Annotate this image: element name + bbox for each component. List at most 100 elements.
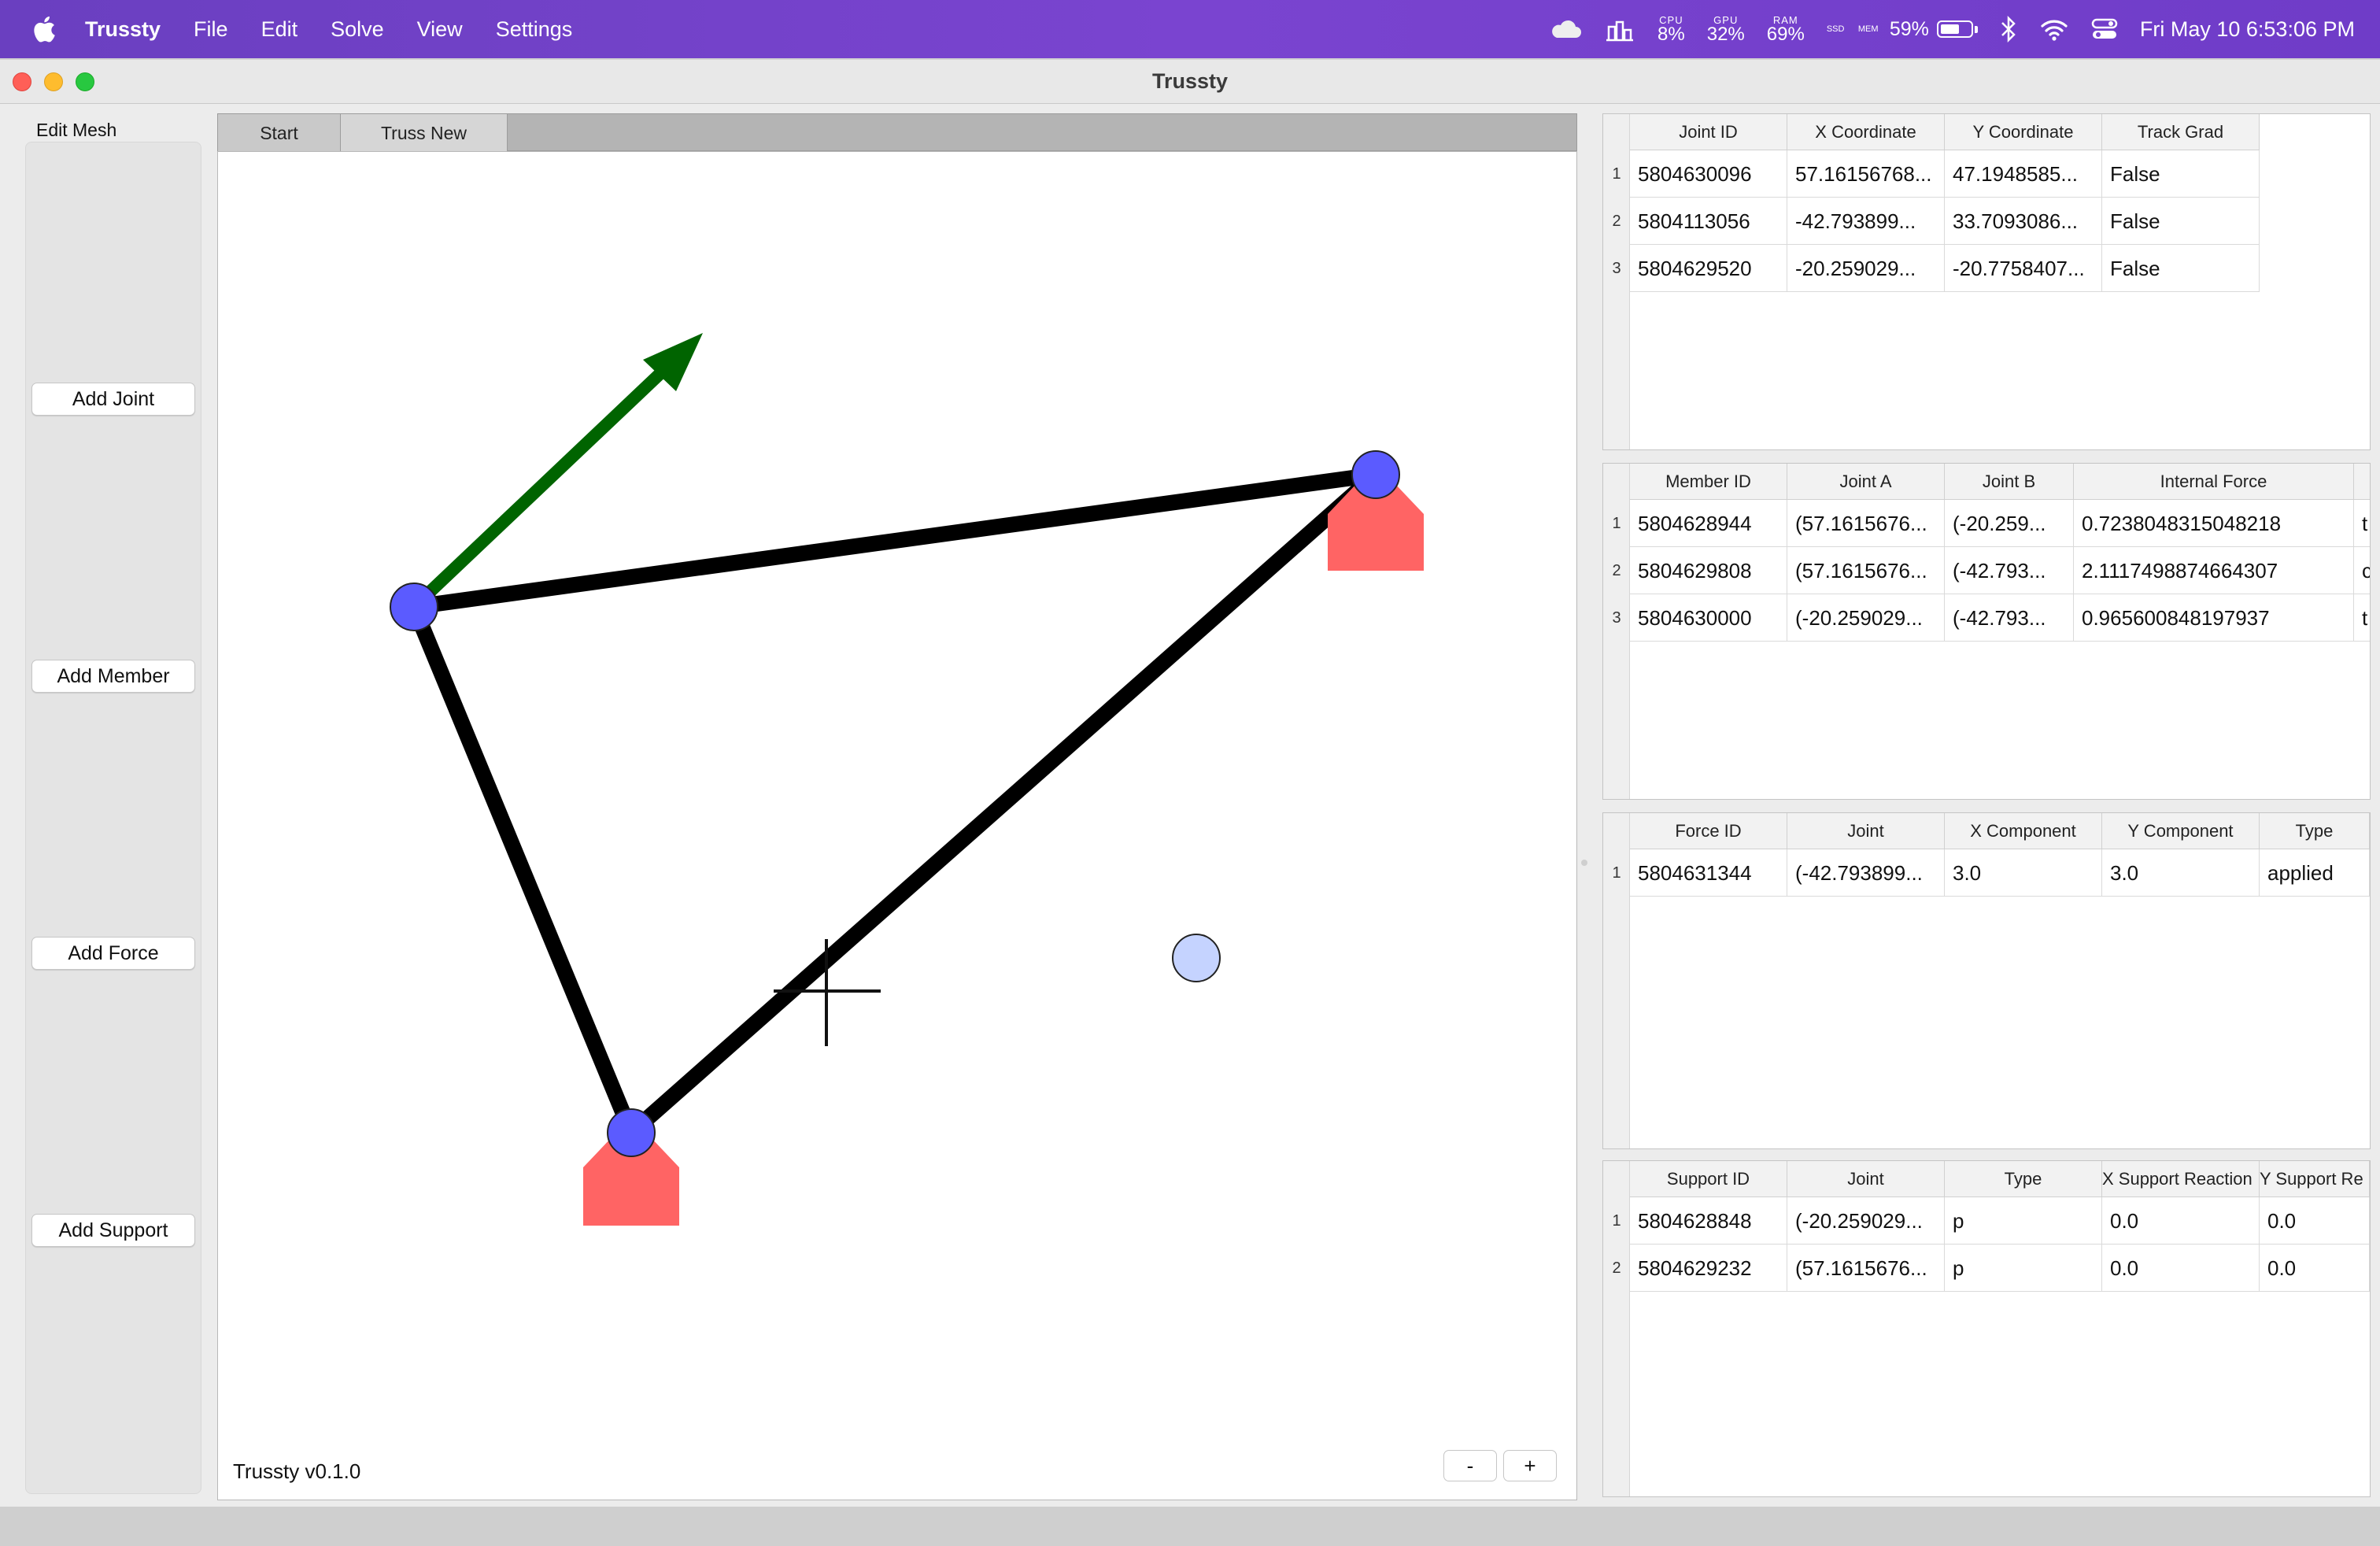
table-cell[interactable]: False [2102,150,2260,198]
table-cell[interactable]: 33.7093086... [1945,198,2102,245]
column-header[interactable]: Y Component [2102,813,2260,849]
table-row[interactable]: 5804629808 (57.1615676... (-42.793... 2.… [1630,547,2370,594]
table-cell[interactable]: (-42.793899... [1787,849,1945,897]
table-cell[interactable]: 5804631344 [1630,849,1787,897]
ram-stat[interactable]: RAM 69% [1767,15,1805,44]
table-cell[interactable]: 5804629232 [1630,1245,1787,1292]
add-member-button[interactable]: Add Member [31,660,195,693]
add-support-button[interactable]: Add Support [31,1214,195,1247]
table-cell[interactable]: p [1945,1197,2102,1245]
table-cell[interactable]: t [2354,594,2370,642]
window-zoom-button[interactable] [76,72,94,91]
table-cell[interactable]: -20.259029... [1787,245,1945,292]
table-cell[interactable]: 0.0 [2260,1245,2370,1292]
menu-edit[interactable]: Edit [261,17,298,42]
mem-label[interactable]: MEM [1858,24,1879,34]
table-cell[interactable]: p [1945,1245,2102,1292]
table-cell[interactable]: 47.1948585... [1945,150,2102,198]
table-cell[interactable]: 5804630000 [1630,594,1787,642]
window-minimize-button[interactable] [44,72,63,91]
truss-canvas[interactable] [217,151,1577,1500]
column-header[interactable]: X Coordinate [1787,114,1945,150]
table-row[interactable]: 5804629520 -20.259029... -20.7758407... … [1630,245,2260,292]
table-cell[interactable]: (-42.793... [1945,594,2074,642]
table-cell[interactable]: (57.1615676... [1787,1245,1945,1292]
table-row[interactable]: 5804631344 (-42.793899... 3.0 3.0 applie… [1630,849,2370,897]
table-cell[interactable]: 5804630096 [1630,150,1787,198]
splitter-handle[interactable] [1581,860,1587,866]
column-header[interactable]: Support ID [1630,1161,1787,1197]
column-header[interactable]: Y Coordinate [1945,114,2102,150]
table-cell[interactable]: 5804113056 [1630,198,1787,245]
joint-node[interactable] [390,583,438,631]
menu-view[interactable]: View [417,17,463,42]
tab-truss-new[interactable]: Truss New [341,114,508,152]
menu-solve[interactable]: Solve [331,17,384,42]
zoom-out-button[interactable]: - [1443,1450,1497,1481]
column-header[interactable]: Joint [1787,813,1945,849]
column-header[interactable]: Member ID [1630,464,1787,500]
column-header[interactable]: Track Grad [2102,114,2260,150]
table-row[interactable]: 5804629232 (57.1615676... p 0.0 0.0 [1630,1245,2370,1292]
table-row[interactable]: 5804628848 (-20.259029... p 0.0 0.0 [1630,1197,2370,1245]
member-line[interactable] [406,604,639,1136]
truss-drawing[interactable] [218,152,1576,1500]
member-line[interactable] [412,467,1377,615]
window-close-button[interactable] [13,72,31,91]
add-joint-button[interactable]: Add Joint [31,383,195,416]
table-cell[interactable]: 0.0 [2102,1197,2260,1245]
column-header[interactable]: Internal Force [2074,464,2354,500]
tab-start[interactable]: Start [218,114,341,152]
table-cell[interactable]: applied [2260,849,2370,897]
table-cell[interactable]: c [2354,547,2370,594]
table-cell[interactable]: (57.1615676... [1787,547,1945,594]
table-cell[interactable]: -20.7758407... [1945,245,2102,292]
table-cell[interactable]: 0.0 [2260,1197,2370,1245]
column-header[interactable]: Y Support Re [2260,1161,2370,1197]
table-cell[interactable]: 5804628944 [1630,500,1787,547]
bluetooth-icon[interactable] [2000,16,2017,43]
table-cell[interactable]: False [2102,245,2260,292]
wifi-icon[interactable] [2039,17,2069,41]
table-cell[interactable]: 5804629808 [1630,547,1787,594]
table-cell[interactable]: (-20.259029... [1787,1197,1945,1245]
column-header[interactable]: X Component [1945,813,2102,849]
table-cell[interactable]: 5804628848 [1630,1197,1787,1245]
table-cell[interactable]: (-42.793... [1945,547,2074,594]
column-header[interactable]: X Support Reaction [2102,1161,2260,1197]
column-header[interactable] [2354,464,2370,500]
table-cell[interactable]: 0.0 [2102,1245,2260,1292]
table-cell[interactable]: False [2102,198,2260,245]
table-cell[interactable]: 0.965600848197937 [2074,594,2354,642]
column-header[interactable]: Joint A [1787,464,1945,500]
clock[interactable]: Fri May 10 6:53:06 PM [2140,17,2355,42]
menu-settings[interactable]: Settings [496,17,573,42]
menu-file[interactable]: File [194,17,228,42]
table-cell[interactable]: 3.0 [1945,849,2102,897]
table-cell[interactable]: 2.1117498874664307 [2074,547,2354,594]
stats-app-icon[interactable] [1604,16,1635,43]
column-header[interactable]: Type [1945,1161,2102,1197]
table-cell[interactable]: 57.16156768... [1787,150,1945,198]
table-row[interactable]: 5804628944 (57.1615676... (-20.259... 0.… [1630,500,2370,547]
column-header[interactable]: Joint ID [1630,114,1787,150]
joint-node[interactable] [607,1108,656,1157]
zoom-in-button[interactable]: + [1503,1450,1557,1481]
menubar-app-name[interactable]: Trussty [85,17,161,42]
column-header[interactable]: Joint B [1945,464,2074,500]
table-cell[interactable]: (-20.259029... [1787,594,1945,642]
cloud-icon[interactable] [1549,19,1582,39]
battery-indicator[interactable]: 59% [1890,18,1978,41]
apple-icon[interactable] [30,14,57,44]
table-row[interactable]: 5804630096 57.16156768... 47.1948585... … [1630,150,2260,198]
table-cell[interactable]: (57.1615676... [1787,500,1945,547]
table-cell[interactable]: (-20.259... [1945,500,2074,547]
add-force-button[interactable]: Add Force [31,937,195,970]
table-row[interactable]: 5804630000 (-20.259029... (-42.793... 0.… [1630,594,2370,642]
column-header[interactable]: Type [2260,813,2370,849]
cpu-stat[interactable]: CPU 8% [1658,15,1685,44]
column-header[interactable]: Force ID [1630,813,1787,849]
gpu-stat[interactable]: GPU 32% [1707,15,1745,44]
control-center-icon[interactable] [2091,17,2118,41]
ssd-label[interactable]: SSD [1827,24,1845,34]
